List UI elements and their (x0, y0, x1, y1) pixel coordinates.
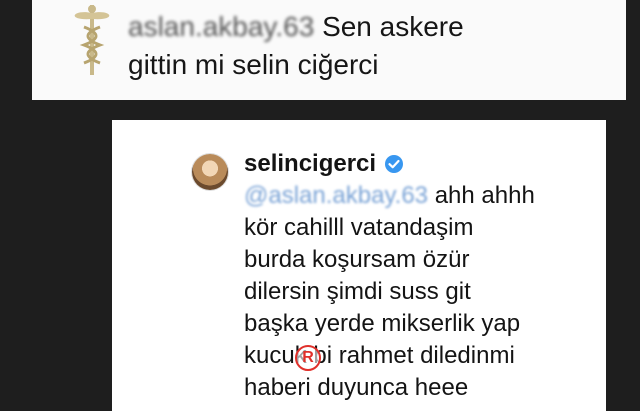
registered-watermark: R (295, 345, 321, 371)
reply-line-3: burda koşursam özür (244, 246, 470, 273)
reply-username-row: selincigerci (244, 148, 604, 180)
caduceus-icon[interactable] (48, 2, 136, 78)
comment-text-line1: Sen askere (322, 11, 464, 42)
avatar[interactable] (192, 154, 228, 190)
reply-line-1: @aslan.akbay.63 ahh ahhh (244, 180, 604, 212)
reply-mention[interactable]: @aslan.akbay.63 (244, 182, 428, 209)
reply-line-4: dilersin şimdi suss git (244, 278, 471, 305)
reply-line-1-text: ahh ahhh (434, 182, 535, 209)
reply-line-7: haberi duyunca heee (244, 374, 469, 401)
verified-badge-icon (385, 155, 404, 173)
comment-text-line2: gittin mi selin ciğerci (128, 49, 379, 80)
reply-comment-card: selincigerci @aslan.akbay.63 ahh ahhh kö… (112, 120, 606, 411)
comment-username[interactable]: aslan.akbay.63 (128, 11, 314, 42)
top-comment-card: aslan.akbay.63 Sen askere gittin mi seli… (32, 0, 626, 100)
top-comment-text: aslan.akbay.63 Sen askere gittin mi seli… (128, 8, 548, 84)
reply-line-2: kör cahilll vatandaşim (244, 214, 474, 241)
reply-line-5: başka yerde mikserlik yap (244, 310, 521, 337)
reply-username[interactable]: selincigerci (244, 148, 376, 180)
